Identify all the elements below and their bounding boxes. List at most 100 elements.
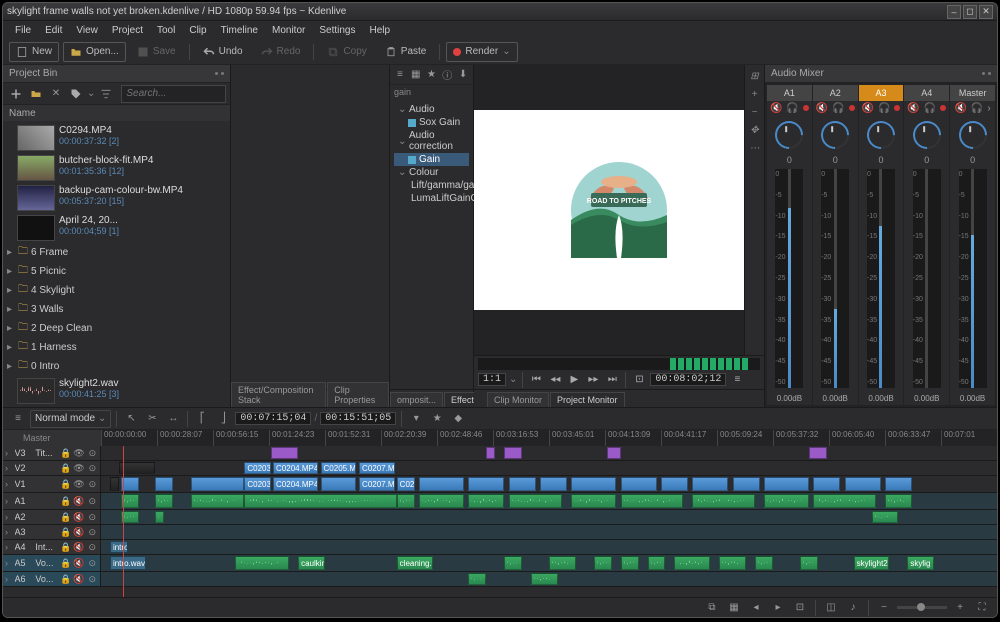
list-icon[interactable]: ≡ bbox=[729, 372, 745, 388]
channel-label[interactable]: Master bbox=[950, 85, 995, 101]
ruler-tick[interactable]: 00:04:41:17 bbox=[661, 430, 717, 446]
bin-search[interactable] bbox=[121, 85, 226, 103]
target-icon[interactable]: ⊙ bbox=[87, 541, 98, 553]
thumbs-icon[interactable]: ▦ bbox=[725, 599, 743, 617]
solo-icon[interactable]: 🎧 bbox=[786, 103, 798, 114]
tool-spacer-icon[interactable]: ↔ bbox=[164, 410, 182, 428]
track-header[interactable]: ›A3 🔒 🔇 ⊙ bbox=[3, 525, 101, 539]
mute-icon[interactable]: 🔇 bbox=[73, 573, 84, 585]
pan-knob[interactable] bbox=[815, 115, 855, 155]
track-header[interactable]: ›V3Tit... 🔒 👁 ⊙ bbox=[3, 446, 101, 460]
timeline-clip[interactable] bbox=[509, 494, 563, 508]
ruler-tick[interactable]: 00:05:09:24 bbox=[717, 430, 773, 446]
tree-icon[interactable]: ≡ bbox=[394, 66, 406, 84]
lock-icon[interactable]: 🔒 bbox=[60, 526, 71, 538]
channel-label[interactable]: A4 bbox=[904, 85, 949, 101]
render-button[interactable]: Render⌄ bbox=[446, 42, 517, 62]
mixer-channel[interactable]: A2 🔇🎧 0 0-5-10-15-20-25-30-35-40-45-50 0… bbox=[813, 85, 858, 405]
tool-razor-icon[interactable]: ✂ bbox=[143, 410, 161, 428]
menu-edit[interactable]: Edit bbox=[39, 23, 68, 38]
copy-button[interactable]: Copy bbox=[320, 42, 373, 62]
minimize-button[interactable]: – bbox=[947, 5, 961, 19]
add-clip-icon[interactable] bbox=[7, 85, 25, 103]
filter-icon[interactable] bbox=[97, 85, 115, 103]
lock-icon[interactable]: 🔒 bbox=[60, 478, 71, 490]
ruler-tick[interactable]: 00:02:48:46 bbox=[437, 430, 493, 446]
tab-clip-monitor[interactable]: Clip Monitor bbox=[487, 392, 549, 407]
effect-item[interactable]: Sox Gain bbox=[394, 116, 469, 129]
effect-category[interactable]: ⌄Colour bbox=[394, 166, 469, 179]
mixer-channel[interactable]: A1 🔇🎧 0 0-5-10-15-20-25-30-35-40-45-50 0… bbox=[767, 85, 812, 405]
edit-mode-select[interactable]: Normal mode⌄ bbox=[30, 410, 111, 428]
fit-icon[interactable]: ⊡ bbox=[791, 599, 809, 617]
lock-icon[interactable]: 🔒 bbox=[60, 511, 71, 523]
favorite-icon[interactable]: ★ bbox=[428, 410, 446, 428]
timeline-clip[interactable] bbox=[397, 494, 415, 508]
menu-tool[interactable]: Tool bbox=[151, 23, 181, 38]
prev-icon[interactable]: ◂ bbox=[747, 599, 765, 617]
pan-knob[interactable] bbox=[770, 115, 810, 155]
effect-item[interactable]: LumaLiftGainGan bbox=[394, 192, 469, 205]
timeline-clip[interactable]: C0203 bbox=[244, 462, 271, 474]
ruler-tick[interactable]: 00:01:52:31 bbox=[325, 430, 381, 446]
timeline-clip[interactable]: C0205.MP4 bbox=[321, 462, 357, 474]
fullscreen-icon[interactable]: ⛶ bbox=[973, 599, 991, 617]
timeline-clip[interactable] bbox=[271, 447, 298, 459]
pan-knob[interactable] bbox=[953, 115, 993, 155]
zone-in-icon[interactable]: ⎡ bbox=[193, 410, 211, 428]
mixer-channel[interactable]: A3 🔇🎧 0 0-5-10-15-20-25-30-35-40-45-50 0… bbox=[859, 85, 904, 405]
timeline-clip[interactable] bbox=[504, 447, 522, 459]
timeline-clip[interactable] bbox=[509, 477, 536, 491]
effect-category[interactable]: ⌄Audio bbox=[394, 103, 469, 116]
timeline-clip[interactable]: C0207.MP4 bbox=[359, 477, 395, 491]
forward-icon[interactable]: ⏭ bbox=[604, 372, 620, 388]
zoom-slider[interactable] bbox=[897, 606, 947, 609]
level-meter[interactable]: 0-5-10-15-20-25-30-35-40-45-50 bbox=[775, 169, 803, 388]
timeline-clip[interactable]: C0204.MP4 bbox=[273, 477, 318, 491]
save-button[interactable]: Save bbox=[130, 42, 183, 62]
timeline-clip[interactable] bbox=[800, 556, 818, 570]
mute-icon[interactable]: 🔇 bbox=[954, 103, 966, 114]
track-body[interactable] bbox=[101, 446, 997, 460]
menu-view[interactable]: View bbox=[70, 23, 104, 38]
target-icon[interactable]: ⊙ bbox=[87, 573, 98, 585]
ruler-tick[interactable]: 00:00:00:00 bbox=[101, 430, 157, 446]
timeline-clip[interactable] bbox=[692, 477, 728, 491]
channel-label[interactable]: A2 bbox=[813, 85, 858, 101]
mute-icon[interactable]: 🔇 bbox=[73, 495, 84, 507]
snap-icon[interactable]: ⧉ bbox=[703, 599, 721, 617]
track-body[interactable] bbox=[101, 572, 997, 586]
target-icon[interactable]: ⊙ bbox=[87, 462, 98, 474]
menu-help[interactable]: Help bbox=[364, 23, 397, 38]
timeline-clip[interactable] bbox=[764, 494, 809, 508]
ruler-tick[interactable]: 00:03:45:01 bbox=[549, 430, 605, 446]
track-header[interactable]: ›V2 🔒 👁 ⊙ bbox=[3, 461, 101, 475]
bin-folder[interactable]: ▸🗀5 Picnic bbox=[3, 262, 230, 281]
effect-item-selected[interactable]: Gain bbox=[394, 153, 469, 166]
info-icon[interactable]: ⓘ bbox=[441, 66, 453, 84]
rec-icon[interactable] bbox=[940, 105, 946, 111]
track-body[interactable]: intro.wavcaulking.wavcleaning.wavskyligh… bbox=[101, 555, 997, 571]
track-body[interactable] bbox=[101, 525, 997, 539]
timeline-clip[interactable] bbox=[504, 556, 522, 570]
bin-clip[interactable]: April 24, 20...00:00:04;59 [1] bbox=[3, 213, 230, 243]
timeline-clip[interactable]: intro.wav bbox=[110, 556, 146, 570]
mute-icon[interactable]: 🔇 bbox=[770, 103, 782, 114]
lock-icon[interactable]: 🔒 bbox=[60, 557, 71, 569]
zone-out-icon[interactable]: ⎦ bbox=[214, 410, 232, 428]
lock-icon[interactable]: 🔒 bbox=[60, 447, 71, 459]
next-icon[interactable]: ▸ bbox=[769, 599, 787, 617]
timeline-clip[interactable] bbox=[813, 477, 840, 491]
timeline-clip[interactable]: C0208 bbox=[397, 477, 415, 491]
bin-clip[interactable]: C0294.MP400:00:37:32 [2] bbox=[3, 123, 230, 153]
timeline-clip[interactable] bbox=[809, 447, 827, 459]
timeline-clip[interactable] bbox=[540, 477, 567, 491]
ruler-tick[interactable]: 00:01:24:23 bbox=[269, 430, 325, 446]
effect-item[interactable]: Lift/gamma/gai bbox=[394, 179, 469, 192]
bin-folder[interactable]: ▸🗀3 Walls bbox=[3, 300, 230, 319]
timeline-clip[interactable] bbox=[571, 477, 616, 491]
prev-frame-icon[interactable]: ◂◂ bbox=[547, 372, 563, 388]
effect-category[interactable]: ⌄Audio correction bbox=[394, 129, 469, 153]
guide-icon[interactable]: ◆ bbox=[449, 410, 467, 428]
timeline-clip[interactable]: skylig bbox=[907, 556, 934, 570]
